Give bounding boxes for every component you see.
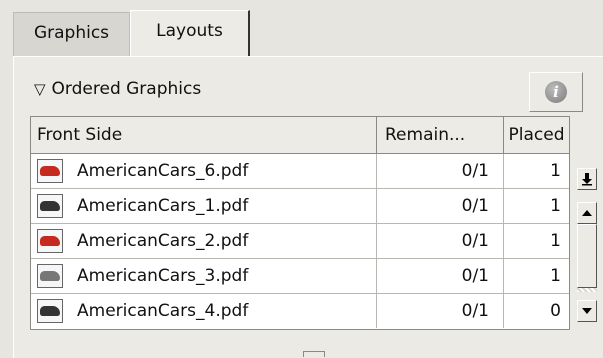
placed-value[interactable]: 1 — [504, 259, 569, 293]
file-name: AmericanCars_1.pdf — [31, 189, 377, 223]
scrollbar-thumb[interactable] — [577, 224, 597, 288]
column-header-placed[interactable]: Placed — [504, 116, 570, 154]
file-name: AmericanCars_4.pdf — [31, 294, 377, 328]
remain-value: 0/1 — [377, 189, 504, 223]
download-arrow-icon — [582, 173, 592, 186]
download-arrow-button[interactable] — [577, 168, 597, 190]
table-row[interactable]: AmericanCars_2.pdf 0/1 1 — [31, 224, 569, 259]
column-header-front-side[interactable]: Front Side — [30, 116, 377, 154]
remain-value: 0/1 — [377, 294, 504, 328]
remain-value: 0/1 — [377, 259, 504, 293]
table-row[interactable]: AmericanCars_1.pdf 0/1 1 — [31, 189, 569, 224]
resize-grip[interactable] — [303, 351, 325, 357]
section-title: Ordered Graphics — [51, 79, 202, 99]
table-row[interactable]: AmericanCars_6.pdf 0/1 1 — [31, 154, 569, 189]
info-icon: i — [545, 81, 567, 103]
info-button[interactable]: i — [529, 72, 583, 112]
placed-value[interactable]: 0 — [504, 294, 569, 328]
ordered-graphics-header[interactable]: ▽ Ordered Graphics — [34, 77, 201, 101]
table-row[interactable]: AmericanCars_3.pdf 0/1 1 — [31, 259, 569, 294]
tab-bar: Graphics Layouts — [0, 0, 603, 56]
collapse-triangle-icon[interactable]: ▽ — [34, 80, 46, 98]
tab-graphics[interactable]: Graphics — [13, 12, 130, 56]
column-header-remaining[interactable]: Remain... — [377, 116, 504, 154]
placed-value[interactable]: 1 — [504, 224, 569, 258]
scroll-down-arrow-icon — [582, 308, 592, 314]
tab-layouts[interactable]: Layouts — [130, 10, 250, 56]
remain-value: 0/1 — [377, 224, 504, 258]
table-row[interactable]: AmericanCars_4.pdf 0/1 0 — [31, 294, 569, 329]
scroll-up-arrow-icon — [582, 210, 592, 216]
placed-value[interactable]: 1 — [504, 154, 569, 188]
file-name: AmericanCars_6.pdf — [31, 154, 377, 188]
placed-value[interactable]: 1 — [504, 189, 569, 223]
scroll-down-button[interactable] — [577, 300, 597, 322]
remain-value: 0/1 — [377, 154, 504, 188]
table-body: AmericanCars_6.pdf 0/1 1 AmericanCars_1.… — [30, 154, 570, 330]
file-name: AmericanCars_2.pdf — [31, 224, 377, 258]
file-name: AmericanCars_3.pdf — [31, 259, 377, 293]
scroll-up-button[interactable] — [577, 202, 597, 224]
